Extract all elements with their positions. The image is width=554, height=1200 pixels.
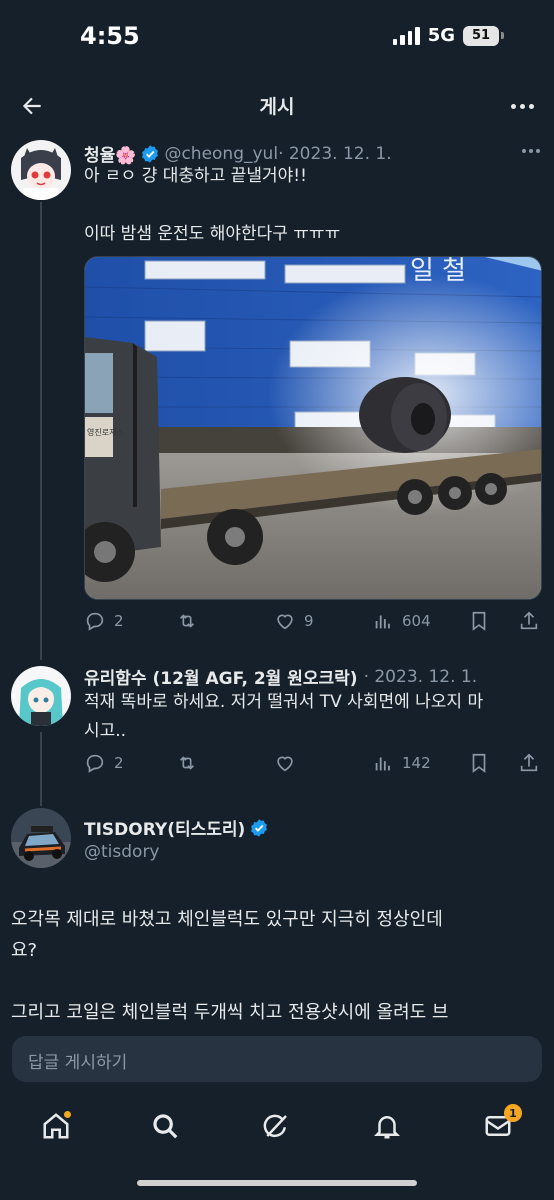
reply-input[interactable]: 답글 게시하기 <box>12 1036 542 1082</box>
thread-line <box>40 732 42 806</box>
more-button[interactable] <box>504 88 540 124</box>
share-button[interactable] <box>518 610 540 632</box>
truck-photo: 일 철 영진로지스 <box>85 257 541 599</box>
view-count: 142 <box>402 754 431 772</box>
like-icon <box>277 614 293 630</box>
like-count: 9 <box>304 612 314 630</box>
tweet-text: 적재 똑바로 하세요. 저거 떨궈서 TV 사회면에 나오지 마 시고.. <box>84 692 484 741</box>
avatar-image <box>11 808 71 868</box>
views-button[interactable]: 604 <box>372 610 431 632</box>
handle[interactable]: @tisdory <box>84 842 160 862</box>
battery-icon: 51 <box>463 25 499 46</box>
notifications-icon <box>373 1116 401 1139</box>
avatar-image <box>11 666 71 726</box>
reply-icon <box>86 612 104 631</box>
share-icon <box>520 753 538 772</box>
page-title: 게시 <box>259 96 295 118</box>
avatar[interactable] <box>11 808 71 868</box>
timestamp[interactable]: · 2023. 12. 1. <box>278 144 392 164</box>
search-icon <box>153 1114 178 1139</box>
reply-count: 2 <box>114 612 124 630</box>
reply-count: 2 <box>114 754 124 772</box>
nav-notifications[interactable] <box>365 1104 409 1148</box>
verified-icon <box>142 144 159 163</box>
avatar[interactable] <box>11 666 71 726</box>
reply-button[interactable]: 2 <box>84 752 124 774</box>
nav-search[interactable] <box>143 1104 187 1148</box>
tweet-handle-row: @tisdory <box>84 842 160 862</box>
tweet-text: 오각목 제대로 바쳤고 체인블럭도 있구만 지극히 정상인데 요? 그리고 코일… <box>11 909 449 1023</box>
more-icon-dot <box>528 103 534 109</box>
share-icon <box>520 611 538 630</box>
like-icon <box>277 756 293 772</box>
retweet-icon <box>179 614 195 628</box>
reply-placeholder: 답글 게시하기 <box>28 1053 128 1073</box>
battery-level: 51 <box>471 28 491 43</box>
more-icon <box>522 149 526 153</box>
like-button[interactable]: 9 <box>274 610 314 632</box>
views-button[interactable]: 142 <box>372 752 431 774</box>
bookmark-button[interactable] <box>468 610 490 632</box>
tweet-text: 아 ㄹㅇ 걍 대충하고 끝낼거야!! 이따 밤샘 운전도 해야한다구 ㅠㅠㅠ <box>84 166 341 244</box>
retweet-button[interactable] <box>176 752 198 774</box>
display-name[interactable]: 유리함수 (12월 AGF, 2월 원오크락) <box>84 664 358 689</box>
timestamp[interactable]: · 2023. 12. 1. <box>364 667 478 687</box>
home-badge-dot <box>63 1110 72 1119</box>
status-time: 4:55 <box>80 22 140 50</box>
avatar-image <box>11 140 71 200</box>
views-icon <box>375 757 390 771</box>
status-indicators: 5G 51 <box>392 25 504 46</box>
nav-home[interactable] <box>34 1104 78 1148</box>
more-icon-dot <box>536 149 540 153</box>
tweet-header: TISDORY(티스도리) <box>84 815 273 840</box>
verified-icon <box>251 818 268 837</box>
nav-grok[interactable] <box>254 1104 298 1148</box>
battery-tip <box>501 32 504 39</box>
like-button[interactable] <box>274 752 296 774</box>
screen: 4:55 5G 51 게시 청율🌸 @cheong_yul · 2023. 12… <box>0 0 554 1200</box>
more-icon <box>510 103 516 109</box>
retweet-icon <box>179 756 195 770</box>
tweet-actions: 2 142 <box>84 752 542 780</box>
nav-messages[interactable]: 1 <box>476 1104 522 1148</box>
more-icon-dot <box>529 149 533 153</box>
home-indicator <box>137 1180 417 1186</box>
messages-badge: 1 <box>504 1104 522 1122</box>
thread-line <box>40 202 42 660</box>
bookmark-icon <box>472 753 486 773</box>
reply-icon <box>86 754 104 773</box>
tweet-media[interactable]: 일 철 영진로지스 <box>84 256 542 600</box>
tweet-header: 유리함수 (12월 AGF, 2월 원오크락) · 2023. 12. 1. <box>84 664 478 690</box>
more-icon-dot <box>519 103 525 109</box>
view-count: 604 <box>402 612 431 630</box>
status-bar: 4:55 5G 51 <box>0 0 554 76</box>
grok-icon <box>263 1114 287 1138</box>
avatar[interactable] <box>11 140 71 200</box>
retweet-button[interactable] <box>176 610 206 632</box>
handle[interactable]: @cheong_yul <box>164 144 278 164</box>
tweet-more-button[interactable] <box>522 149 540 153</box>
tweet-actions: 2 9 604 <box>84 610 542 638</box>
header: 게시 <box>0 78 554 134</box>
network-label: 5G <box>427 25 455 46</box>
views-icon <box>375 615 390 629</box>
bookmark-button[interactable] <box>468 752 490 774</box>
display-name[interactable]: TISDORY(티스도리) <box>84 815 245 840</box>
signal-icon <box>392 26 420 45</box>
truck-label: 영진로지스 <box>87 427 124 437</box>
share-button[interactable] <box>518 752 540 774</box>
reply-button[interactable]: 2 <box>84 610 124 632</box>
bookmark-icon <box>472 611 486 631</box>
